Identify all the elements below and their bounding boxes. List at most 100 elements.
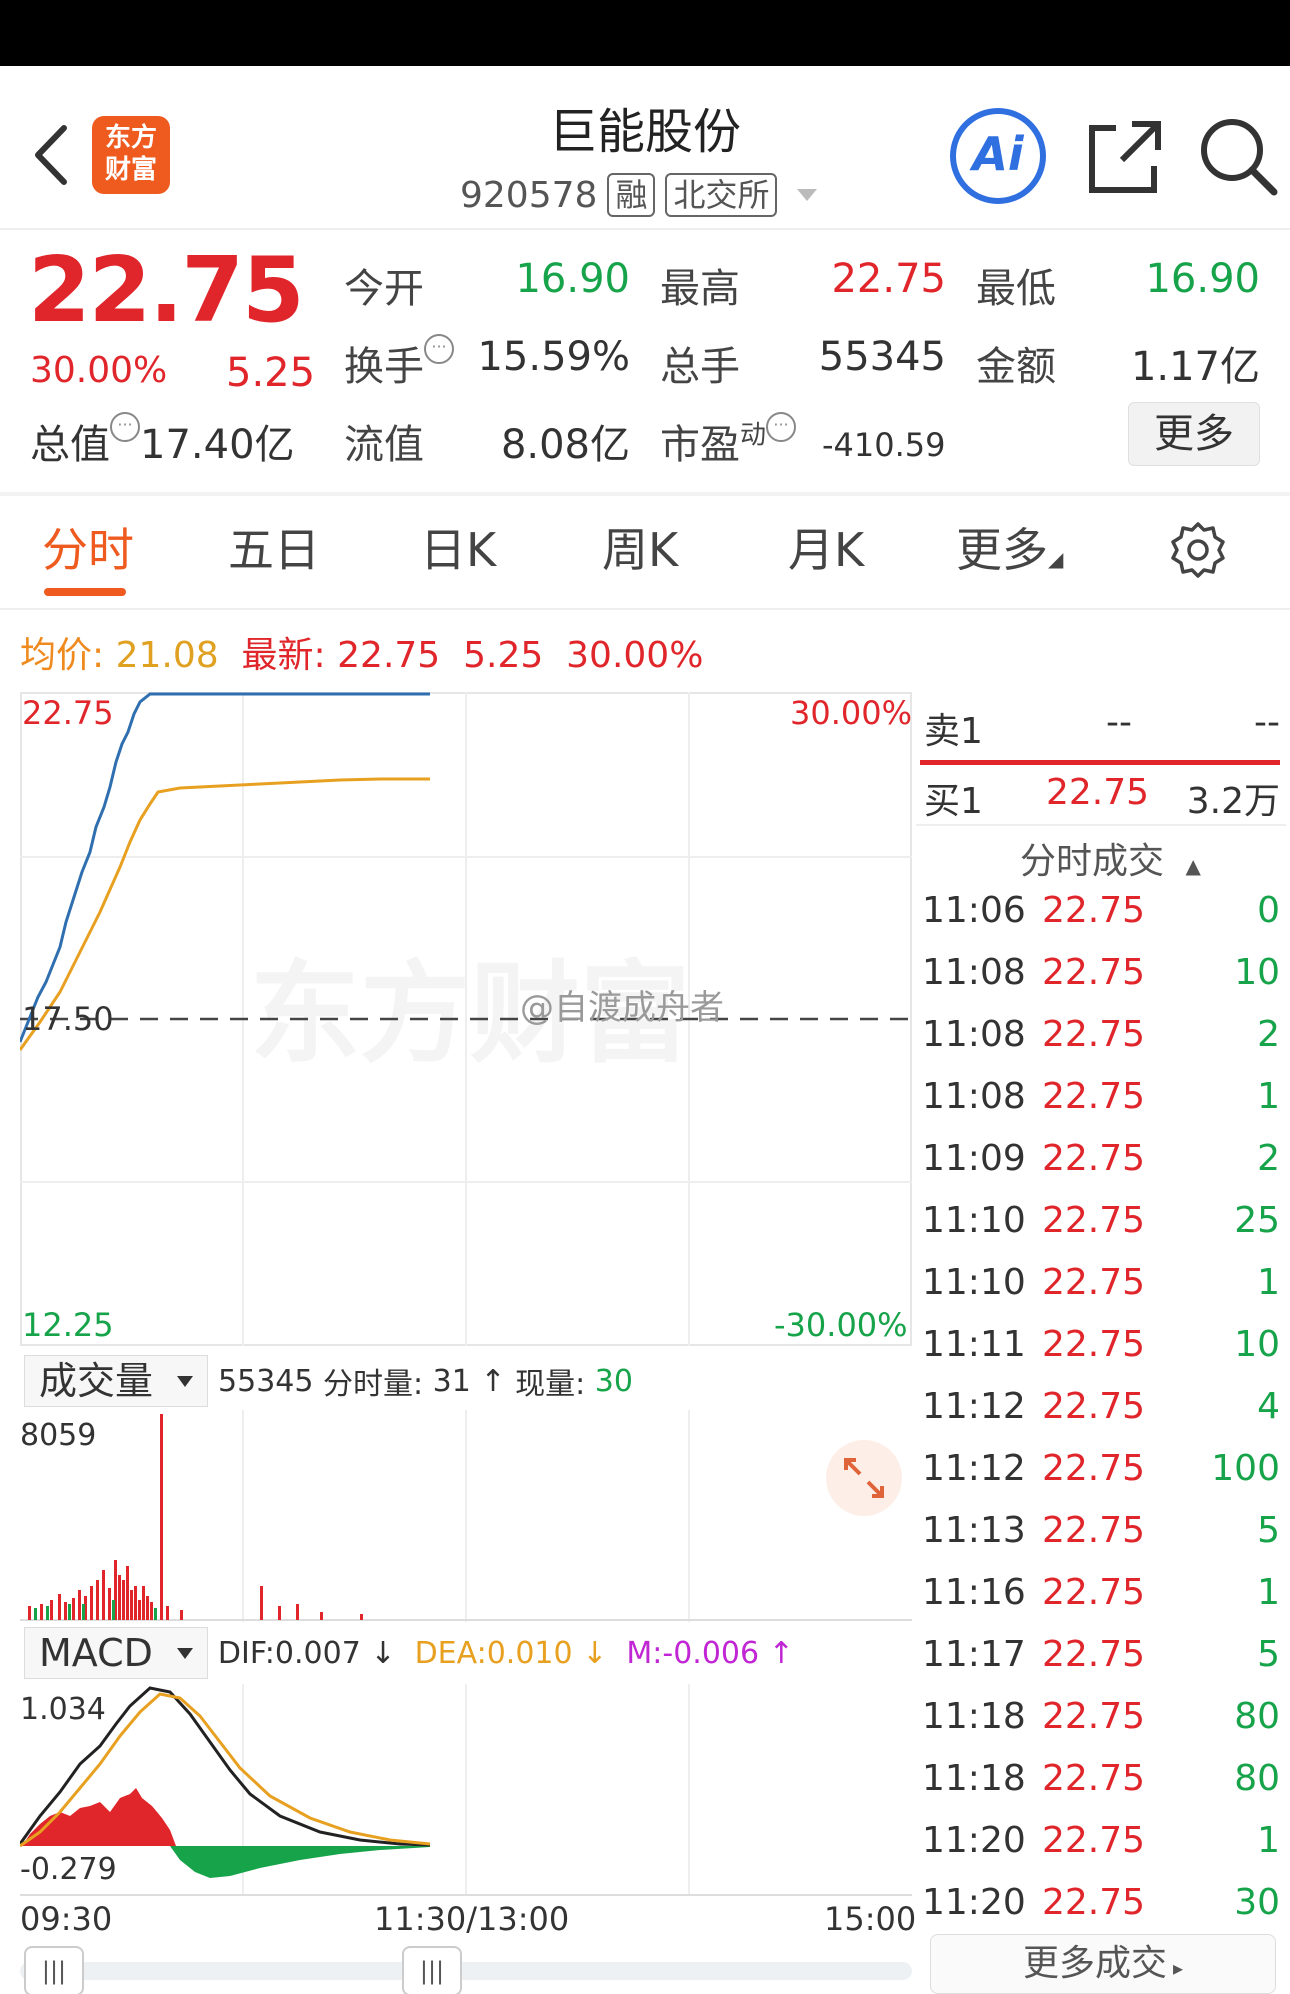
- trade-volume: 80: [1234, 1758, 1280, 1799]
- pe-sup: 动: [740, 420, 767, 451]
- macd-y-max: 1.034: [20, 1692, 106, 1727]
- info-dots-icon[interactable]: ···: [766, 412, 797, 442]
- float-mv-value: 8.08亿: [500, 422, 630, 468]
- trade-price: 22.75: [1042, 952, 1146, 993]
- info-dots-icon[interactable]: ···: [424, 334, 454, 364]
- stock-code-row[interactable]: 920578 融 北交所: [460, 170, 818, 220]
- volume-total: 55345: [218, 1363, 314, 1399]
- corner-triangle-icon: ◢: [1048, 547, 1064, 571]
- trade-time: 11:18: [922, 1758, 1026, 1799]
- active-tab-indicator: [44, 588, 126, 596]
- trade-row: 11:20 22.75 1: [916, 1820, 1280, 1882]
- volume-label: 总手: [660, 344, 740, 390]
- time-range-scrollbar[interactable]: [20, 1962, 912, 1980]
- y-axis-top: 22.75: [22, 694, 114, 732]
- range-handle-left[interactable]: |||: [24, 1946, 84, 1994]
- trade-price: 22.75: [1042, 1510, 1146, 1551]
- total-mv-label: 总值: [30, 422, 110, 468]
- arrow-up-icon: ↑: [480, 1363, 506, 1399]
- trade-time: 11:16: [922, 1572, 1026, 1613]
- total-mv-value: 17.40亿: [140, 422, 295, 468]
- trade-volume: 80: [1234, 1696, 1280, 1737]
- trade-volume: 2: [1257, 1138, 1280, 1179]
- period-volume-label: 分时量:: [323, 1367, 424, 1402]
- trade-volume: 5: [1257, 1510, 1280, 1551]
- range-handle-right[interactable]: |||: [402, 1946, 462, 1994]
- pct-axis-bottom: -30.00%: [774, 1306, 908, 1344]
- trade-row: 11:17 22.75 5: [916, 1634, 1280, 1696]
- indicator-select-volume[interactable]: 成交量: [24, 1355, 209, 1407]
- volume-chart[interactable]: [20, 1410, 912, 1622]
- trade-volume: 1: [1257, 1820, 1280, 1861]
- trade-volume: 100: [1211, 1448, 1280, 1489]
- info-dots-icon[interactable]: ···: [110, 412, 140, 442]
- trade-volume: 10: [1234, 1324, 1280, 1365]
- trade-time: 11:11: [922, 1324, 1026, 1365]
- macd-chart[interactable]: [20, 1684, 912, 1896]
- gear-icon[interactable]: [1168, 520, 1228, 580]
- trade-row: 11:08 22.75 10: [916, 952, 1280, 1014]
- float-mv-label: 流值: [344, 422, 424, 468]
- trade-price: 22.75: [1042, 1076, 1146, 1117]
- trade-price: 22.75: [1042, 1448, 1146, 1489]
- trade-price: 22.75: [1042, 890, 1146, 931]
- share-icon[interactable]: [1086, 118, 1164, 196]
- indicator-select-macd[interactable]: MACD: [24, 1627, 208, 1679]
- trade-price: 22.75: [1042, 1324, 1146, 1365]
- buy-1-price: 22.75: [1046, 772, 1150, 813]
- trade-time: 11:13: [922, 1510, 1026, 1551]
- trade-time: 11:06: [922, 890, 1026, 931]
- bid-ask-divider: [920, 760, 1280, 765]
- amount-label: 金额: [976, 344, 1056, 390]
- expand-icon[interactable]: [826, 1440, 902, 1516]
- trade-volume: 25: [1234, 1200, 1280, 1241]
- trade-row: 11:13 22.75 5: [916, 1510, 1280, 1572]
- search-icon[interactable]: [1196, 114, 1280, 198]
- tab-monthly-k[interactable]: 月K: [788, 510, 864, 590]
- macd-dif: DIF:0.007: [217, 1635, 361, 1671]
- trade-price: 22.75: [1042, 1386, 1146, 1427]
- stock-name: 巨能股份: [548, 104, 741, 160]
- trade-price: 22.75: [1042, 1696, 1146, 1737]
- sort-up-icon: ▲: [1185, 854, 1201, 878]
- trade-volume: 1: [1257, 1262, 1280, 1303]
- latest-change: 5.25: [463, 635, 544, 676]
- tab-five-day[interactable]: 五日: [228, 510, 320, 590]
- pe-label: 市盈动 ···: [660, 412, 797, 470]
- exchange-tag: 北交所: [665, 173, 778, 217]
- sell-1-label: 卖1: [924, 711, 983, 752]
- trade-volume: 30: [1234, 1882, 1280, 1923]
- trades-title[interactable]: 分时成交 ▲: [1020, 832, 1201, 884]
- more-quote-button[interactable]: 更多: [1128, 402, 1260, 466]
- trade-volume: 1: [1257, 1076, 1280, 1117]
- x-axis-mid: 11:30/13:00: [374, 1900, 570, 1938]
- turnover-value: 15.59%: [477, 334, 630, 380]
- trade-price: 22.75: [1042, 1820, 1146, 1861]
- trade-price: 22.75: [1042, 1014, 1146, 1055]
- tabs-divider: [0, 608, 1290, 610]
- caret-down-icon: [176, 1647, 193, 1659]
- pct-axis-top: 30.00%: [790, 694, 913, 732]
- back-arrow-icon[interactable]: [30, 120, 74, 190]
- chevron-down-icon[interactable]: [797, 189, 818, 201]
- ai-assistant-icon[interactable]: Ai: [950, 108, 1046, 204]
- stock-code: 920578: [460, 174, 598, 216]
- trade-price: 22.75: [1042, 1138, 1146, 1179]
- trade-row: 11:08 22.75 2: [916, 1014, 1280, 1076]
- trade-volume: 4: [1257, 1386, 1280, 1427]
- sell-1-volume: --: [1254, 702, 1280, 743]
- tab-intraday[interactable]: 分时: [42, 510, 134, 590]
- tab-daily-k[interactable]: 日K: [420, 510, 496, 590]
- buy-1-label: 买1: [924, 781, 983, 822]
- intraday-price-chart[interactable]: 东方财富: [20, 692, 912, 1346]
- trade-row: 11:10 22.75 1: [916, 1262, 1280, 1324]
- tab-more[interactable]: 更多◢: [956, 510, 1063, 590]
- tab-weekly-k[interactable]: 周K: [602, 510, 678, 590]
- more-trades-button[interactable]: 更多成交 ▸: [930, 1934, 1276, 1994]
- macd-dea: DEA:0.010: [414, 1635, 573, 1671]
- trade-row: 11:12 22.75 100: [916, 1448, 1280, 1510]
- trade-price: 22.75: [1042, 1634, 1146, 1675]
- trade-time: 11:12: [922, 1386, 1026, 1427]
- high-value: 22.75: [831, 256, 946, 302]
- change-percent: 30.00%: [30, 350, 168, 391]
